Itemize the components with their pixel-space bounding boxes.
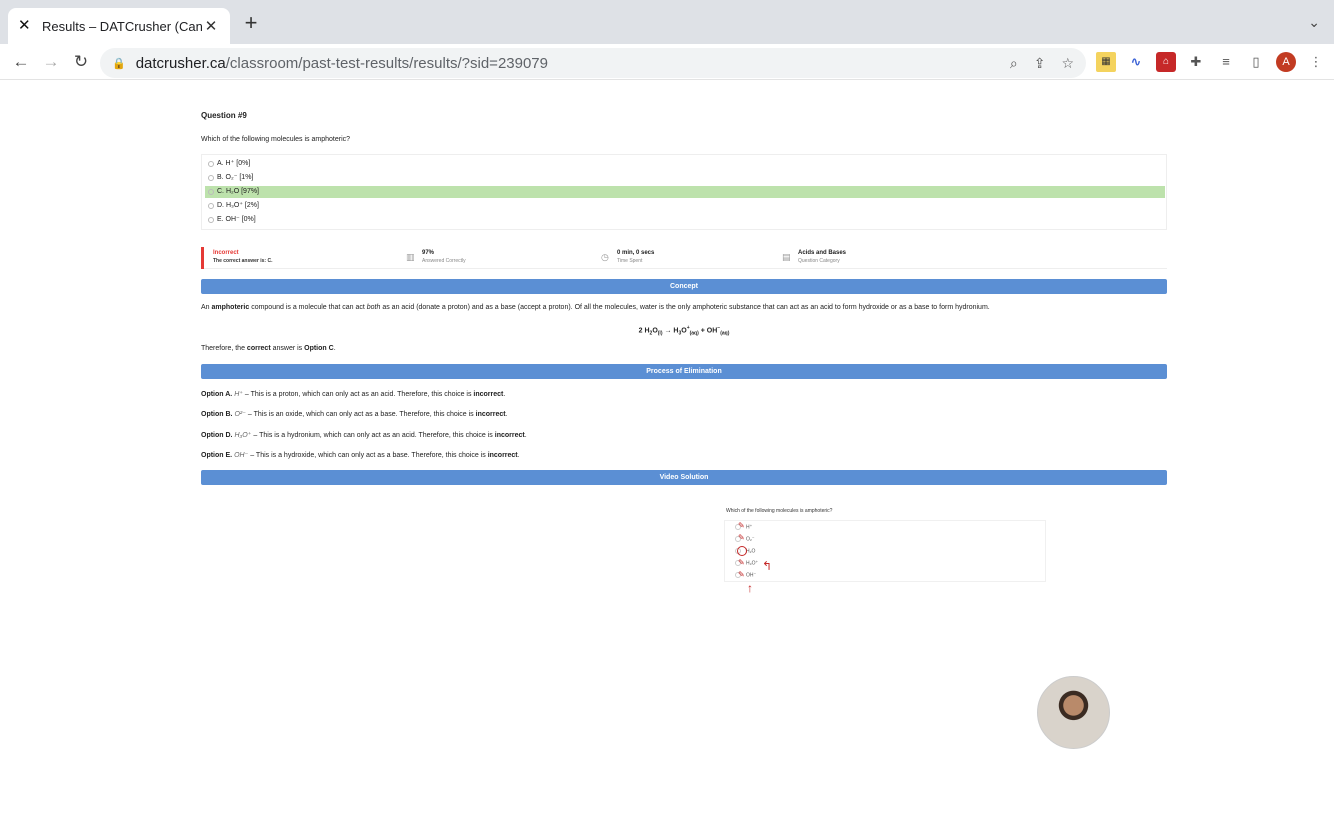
elimination-item: Option E. OH⁻ – This is a hydroxide, whi… — [201, 452, 520, 459]
elimination-item: Option B. O²⁻ – This is an oxide, which … — [201, 411, 508, 418]
elimination-item: Option A. H⁺ – This is a proton, which c… — [201, 391, 506, 398]
extensions-area: ▦ ∿ ⌂ ✚ ≡ ▯ A ⋮ — [1096, 52, 1326, 72]
browser-tab-bar: ✕ Results – DATCrusher (Canadia ✕ + ⌄ — [0, 0, 1334, 44]
share-icon[interactable]: ⇪ — [1034, 55, 1046, 72]
clock-icon: ◷ — [601, 252, 609, 262]
side-panel-icon[interactable]: ▯ — [1246, 52, 1266, 72]
pdf-extension-icon[interactable]: ⌂ — [1156, 52, 1176, 72]
cross-out-mark-icon: ✎ — [738, 533, 745, 542]
bookmark-star-icon[interactable]: ☆ — [1061, 55, 1074, 72]
radio-icon[interactable] — [208, 189, 214, 195]
cross-out-mark-icon: ✎ — [738, 521, 745, 530]
menu-kebab-icon[interactable]: ⋮ — [1306, 52, 1326, 72]
percent-correct-stat: ▥ 97% Answered Correctly — [406, 250, 466, 264]
presenter-webcam-bubble — [1037, 676, 1110, 749]
answer-option[interactable]: B. O₂⁻ [1%] — [205, 172, 1165, 184]
answer-option[interactable]: A. H⁺ [0%] — [205, 158, 1165, 170]
category-stat: ▤ Acids and Bases Question Category — [782, 250, 847, 264]
new-tab-button[interactable]: + — [240, 12, 262, 34]
answer-options: A. H⁺ [0%] B. O₂⁻ [1%] C. H₂O [97%] D. H… — [201, 154, 1167, 230]
page-body: Question #9 Which of the following molec… — [0, 90, 1334, 834]
therefore-paragraph: Therefore, the correct answer is Option … — [201, 345, 336, 352]
zoom-icon[interactable]: ⌕ — [1010, 55, 1018, 72]
radio-icon[interactable] — [208, 203, 214, 209]
radio-icon[interactable] — [208, 217, 214, 223]
elimination-item: Option D. H₃O⁺ – This is a hydronium, wh… — [201, 432, 527, 439]
reading-list-icon[interactable]: ≡ — [1216, 52, 1236, 72]
annotation-arrow-icon: ↰ — [762, 559, 773, 573]
cross-out-mark-icon: ✎ — [738, 570, 745, 579]
question-text: Which of the following molecules is amph… — [201, 136, 351, 143]
url-path: /classroom/past-test-results/results/?si… — [225, 54, 548, 72]
calendar-icon: ▤ — [782, 252, 791, 262]
result-stats: Incorrect The correct answer is: C. ▥ 97… — [201, 247, 1167, 269]
time-spent-stat: ◷ 0 min, 0 secs Time Spent — [601, 250, 655, 264]
cross-out-mark-icon: ✎ — [738, 558, 745, 567]
url-host: datcrusher.ca — [135, 54, 226, 72]
elimination-heading: Process of Elimination — [201, 364, 1167, 379]
video-question-text: Which of the following molecules is amph… — [726, 508, 833, 514]
close-tab-icon[interactable]: ✕ — [202, 17, 220, 35]
bar-chart-icon: ▥ — [406, 252, 415, 262]
profile-avatar[interactable]: A — [1276, 52, 1296, 72]
incorrect-indicator-bar — [201, 247, 204, 269]
answer-option[interactable]: D. H₃O⁺ [2%] — [205, 200, 1165, 212]
puzzle-extensions-icon[interactable]: ✚ — [1186, 52, 1206, 72]
radio-icon[interactable] — [208, 161, 214, 167]
wave-extension-icon[interactable]: ∿ — [1126, 52, 1146, 72]
answer-option[interactable]: E. OH⁻ [0%] — [205, 214, 1165, 226]
site-favicon-icon: ✕ — [18, 17, 31, 34]
chevron-down-icon[interactable]: ⌄ — [1308, 14, 1320, 31]
annotation-circle — [737, 546, 747, 556]
video-player[interactable]: Which of the following molecules is amph… — [656, 491, 1114, 751]
concept-heading: Concept — [201, 279, 1167, 294]
result-status: Incorrect The correct answer is: C. — [213, 250, 273, 264]
answer-option-correct[interactable]: C. H₂O [97%] — [205, 186, 1165, 198]
lock-icon[interactable]: 🔒 — [112, 57, 126, 70]
back-button[interactable]: ← — [6, 52, 36, 72]
annotation-arrow-icon: ↑ — [747, 581, 753, 595]
browser-tab[interactable]: ✕ Results – DATCrusher (Canadia ✕ — [8, 8, 230, 44]
forward-button[interactable]: → — [36, 52, 66, 72]
sheets-extension-icon[interactable]: ▦ — [1096, 52, 1116, 72]
video-solution-heading: Video Solution — [201, 470, 1167, 485]
reaction-equation: 2 H2O(l) → H3O+(aq) + OH−(aq) — [638, 325, 730, 337]
reload-button[interactable]: ↻ — [66, 52, 96, 72]
address-bar[interactable]: 🔒 datcrusher.ca/classroom/past-test-resu… — [100, 48, 1086, 78]
radio-icon[interactable] — [208, 175, 214, 181]
question-number: Question #9 — [201, 111, 247, 120]
video-options-box: H⁺ O₂⁻ H₂O H₃O⁺ OH⁻ — [724, 520, 1046, 582]
tab-title: Results – DATCrusher (Canadia — [42, 18, 202, 34]
browser-toolbar: ← → ↻ 🔒 datcrusher.ca/classroom/past-tes… — [0, 44, 1334, 80]
concept-paragraph: An amphoteric compound is a molecule tha… — [201, 304, 990, 311]
